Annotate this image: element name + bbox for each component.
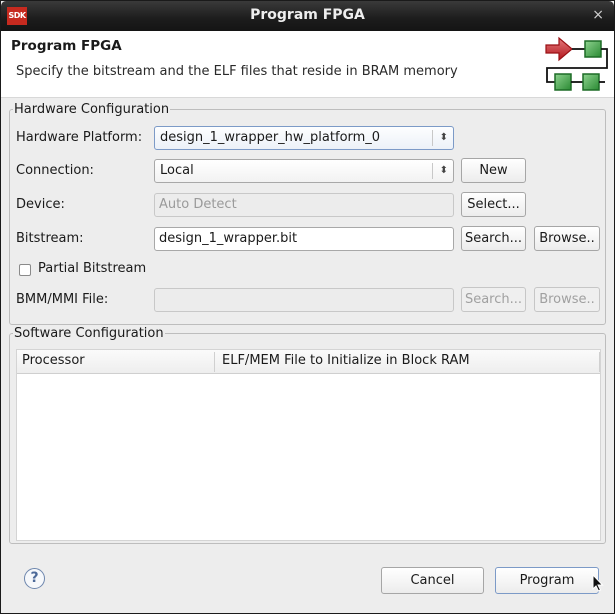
connection-select[interactable]: Local ⬍	[154, 159, 454, 183]
close-icon[interactable]: ×	[592, 7, 604, 23]
device-field: Auto Detect	[154, 193, 454, 217]
column-header-elf-file[interactable]: ELF/MEM File to Initialize in Block RAM	[222, 353, 470, 368]
dialog-header: Program FPGA Specify the bitstream and t…	[1, 31, 614, 98]
column-separator	[599, 352, 600, 372]
device-select-button[interactable]: Select...	[461, 192, 526, 217]
bitstream-browse-button[interactable]: Browse..	[534, 226, 600, 251]
column-separator	[214, 352, 215, 372]
hardware-configuration-legend: Hardware Configuration	[14, 102, 170, 117]
device-label: Device:	[16, 197, 65, 212]
program-fpga-dialog: SDK Program FPGA × Program FPGA Specify …	[0, 0, 615, 614]
partial-bitstream-label[interactable]: Partial Bitstream	[38, 261, 146, 276]
bmm-search-button: Search...	[461, 287, 526, 312]
fpga-program-graphic-icon	[545, 36, 608, 91]
window-title: Program FPGA	[250, 7, 365, 23]
updown-chevron-icon: ⬍	[439, 165, 448, 176]
program-button[interactable]: Program	[495, 567, 599, 594]
partial-bitstream-checkbox[interactable]	[19, 264, 31, 276]
hardware-platform-label: Hardware Platform:	[16, 130, 143, 145]
new-connection-button[interactable]: New	[461, 158, 526, 183]
table-header: Processor ELF/MEM File to Initialize in …	[17, 350, 600, 374]
bitstream-input[interactable]: design_1_wrapper.bit	[154, 227, 454, 251]
bmm-mmi-file-field	[154, 288, 454, 312]
connection-label: Connection:	[16, 163, 94, 178]
processor-elf-table[interactable]: Processor ELF/MEM File to Initialize in …	[16, 349, 601, 541]
connection-value: Local	[160, 163, 194, 178]
bmm-mmi-file-label: BMM/MMI File:	[16, 292, 109, 307]
header-description: Specify the bitstream and the ELF files …	[16, 64, 458, 79]
bitstream-search-button[interactable]: Search...	[461, 226, 526, 251]
mouse-pointer-icon	[592, 574, 604, 592]
header-title: Program FPGA	[11, 38, 122, 54]
help-icon[interactable]: ?	[24, 568, 45, 589]
bmm-browse-button: Browse..	[534, 287, 600, 312]
hardware-platform-select[interactable]: design_1_wrapper_hw_platform_0 ⬍	[154, 126, 454, 150]
cancel-button[interactable]: Cancel	[381, 567, 484, 594]
column-header-processor[interactable]: Processor	[22, 353, 85, 368]
software-configuration-legend: Software Configuration	[14, 326, 164, 341]
hardware-platform-value: design_1_wrapper_hw_platform_0	[160, 130, 381, 145]
title-bar[interactable]: SDK Program FPGA ×	[1, 1, 614, 31]
bitstream-label: Bitstream:	[16, 231, 84, 246]
updown-chevron-icon: ⬍	[439, 132, 448, 143]
